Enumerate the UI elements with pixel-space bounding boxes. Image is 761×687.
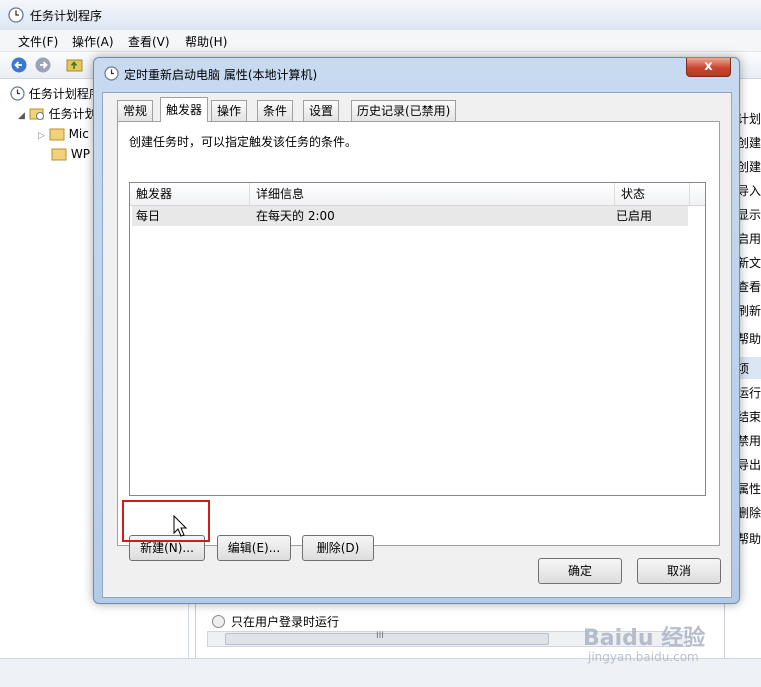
- delete-trigger-button[interactable]: 删除(D): [302, 535, 374, 561]
- menu-action[interactable]: 操作(A): [72, 33, 114, 50]
- clock-icon: [10, 86, 25, 101]
- tab-history[interactable]: 历史记录(已禁用): [351, 100, 457, 121]
- column-header-details[interactable]: 详细信息: [250, 183, 615, 205]
- tab-conditions[interactable]: 条件: [257, 100, 294, 121]
- menu-help[interactable]: 帮助(H): [185, 33, 227, 50]
- menu-bar: 文件(F) 操作(A) 查看(V) 帮助(H): [0, 30, 761, 52]
- dialog-title: 定时重新启动电脑 属性(本地计算机): [124, 68, 318, 82]
- trigger-cell: 每日: [136, 209, 161, 223]
- scroll-grip: III: [376, 631, 384, 641]
- tab-settings[interactable]: 设置: [303, 100, 340, 121]
- tree-library-label: 任务计划: [48, 107, 97, 121]
- table-row[interactable]: 每日 在每天的 2:00 已启用: [132, 206, 688, 226]
- radio-icon[interactable]: [212, 615, 225, 628]
- action-item[interactable]: 启用: [737, 230, 761, 247]
- folder-icon: [51, 148, 67, 161]
- action-item[interactable]: 导入: [737, 182, 761, 199]
- action-item[interactable]: 计划: [737, 110, 761, 127]
- clock-icon: [8, 7, 24, 23]
- column-header-status[interactable]: 状态: [615, 183, 690, 205]
- menu-view[interactable]: 查看(V): [128, 33, 170, 50]
- action-item[interactable]: 运行: [737, 384, 761, 401]
- tab-actions[interactable]: 操作: [211, 100, 248, 121]
- close-icon: x: [704, 59, 713, 74]
- action-item[interactable]: 结束: [737, 408, 761, 425]
- action-item[interactable]: 属性: [737, 480, 761, 497]
- baidu-watermark: Baidu 经验: [583, 626, 706, 651]
- ok-button[interactable]: 确定: [538, 558, 622, 584]
- action-item[interactable]: 导出: [737, 456, 761, 473]
- action-item[interactable]: 创建: [737, 158, 761, 175]
- tab-general[interactable]: 常规: [117, 100, 154, 121]
- library-folder-icon: [29, 108, 44, 120]
- triggers-description: 创建任务时，可以指定触发该任务的条件。: [129, 135, 358, 149]
- baidu-watermark-url: jingyan.baidu.com: [588, 650, 699, 664]
- mouse-cursor-icon: [173, 515, 188, 537]
- trigger-list: 触发器 详细信息 状态 每日 在每天的 2:00 已启用: [129, 182, 706, 496]
- action-item[interactable]: 显示: [737, 206, 761, 223]
- highlight-box: [122, 500, 210, 542]
- up-folder-icon[interactable]: [66, 56, 84, 73]
- run-only-logged-on-option[interactable]: 只在用户登录时运行: [212, 613, 339, 630]
- action-item[interactable]: 查看: [737, 278, 761, 295]
- column-header-trigger[interactable]: 触发器: [130, 183, 250, 205]
- forward-arrow-icon[interactable]: [34, 57, 52, 73]
- run-only-logged-on-label: 只在用户登录时运行: [231, 615, 340, 629]
- trigger-list-header: 触发器 详细信息 状态: [130, 183, 705, 206]
- cancel-button[interactable]: 取消: [637, 558, 721, 584]
- folder-icon: [49, 128, 65, 141]
- tab-triggers[interactable]: 触发器: [160, 97, 209, 122]
- action-item[interactable]: 禁用: [737, 432, 761, 449]
- back-arrow-icon[interactable]: [10, 57, 28, 73]
- main-title-bar: 任务计划程序: [0, 0, 761, 31]
- action-item[interactable]: 创建: [737, 134, 761, 151]
- clock-icon: [104, 66, 119, 81]
- action-item[interactable]: 帮助: [737, 330, 761, 347]
- collapse-triangle-icon[interactable]: ◢: [18, 111, 25, 121]
- scrollbar-thumb[interactable]: III: [225, 631, 549, 645]
- triggers-tab-panel: 创建任务时，可以指定触发该任务的条件。 触发器 详细信息 状态 每日 在每天的 …: [117, 121, 720, 561]
- tree-item-wps[interactable]: WP: [51, 144, 90, 164]
- close-button[interactable]: x: [686, 58, 731, 77]
- action-item[interactable]: 刷新: [737, 302, 761, 319]
- edit-trigger-button[interactable]: 编辑(E)...: [217, 535, 291, 561]
- menu-file[interactable]: 文件(F): [18, 33, 58, 50]
- tree-item-root[interactable]: 任务计划程序: [10, 84, 101, 104]
- tree-item-microsoft[interactable]: ▷ Mic: [38, 124, 89, 144]
- status-cell: 已启用: [616, 209, 653, 223]
- main-window-title: 任务计划程序: [30, 9, 103, 23]
- details-cell: 在每天的 2:00: [256, 209, 335, 223]
- tree-item-library[interactable]: ◢ 任务计划: [18, 104, 97, 124]
- action-item[interactable]: 新文: [737, 254, 761, 271]
- expand-triangle-icon[interactable]: ▷: [38, 131, 45, 141]
- action-item[interactable]: 删除: [737, 504, 761, 521]
- action-item[interactable]: 帮助: [737, 530, 761, 547]
- tree-root-label: 任务计划程序: [28, 87, 101, 101]
- tree-child-label: Mic: [68, 127, 89, 141]
- tree-child-label: WP: [70, 147, 90, 161]
